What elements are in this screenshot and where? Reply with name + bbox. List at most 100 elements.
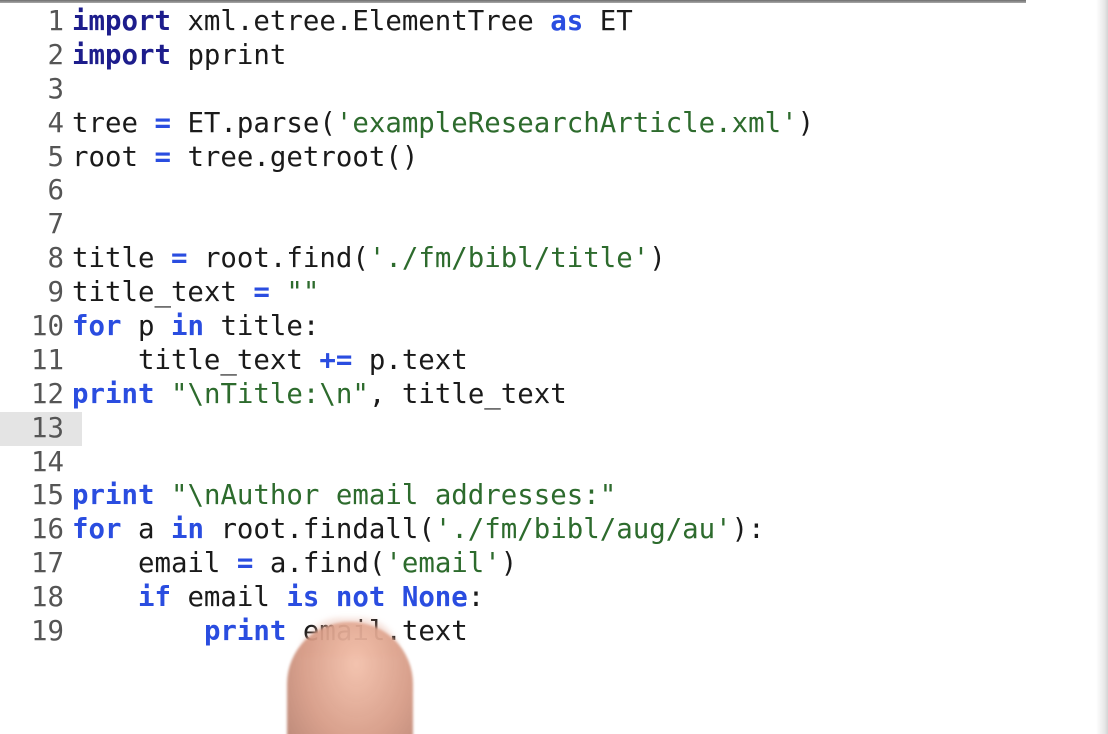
code-token: = (154, 107, 171, 139)
line-number: 10 (31, 311, 64, 343)
code-text: email = a.find('email') (72, 547, 517, 581)
code-token: './fm/bibl/title' (368, 243, 650, 275)
code-line[interactable]: 2 import pprint (0, 39, 1090, 73)
code-text: print "\nAuthor email addresses:" (72, 479, 616, 513)
code-token: ET.parse( (170, 107, 336, 139)
code-token: p.text (352, 344, 468, 376)
code-text: for a in root.findall('./fm/bibl/aug/au'… (72, 513, 765, 547)
code-line[interactable]: 7 (0, 208, 1090, 242)
line-number: 2 (47, 39, 65, 71)
line-number: 8 (47, 243, 65, 275)
code-token: a.find( (253, 548, 386, 580)
code-text: import pprint (72, 39, 286, 73)
code-token: title: (203, 311, 320, 343)
code-line[interactable]: 13 (0, 411, 1090, 446)
line-number: 13 (0, 411, 82, 446)
code-token: = (170, 243, 188, 275)
code-token: email (170, 582, 287, 614)
code-editor[interactable]: 1 import xml.etree.ElementTree as ET 2 impo… (0, 5, 1090, 649)
code-token: 'email' (385, 548, 501, 580)
line-number: 15 (31, 480, 64, 512)
code-line[interactable]: 6 (0, 174, 1090, 208)
code-token: tree (72, 107, 155, 139)
code-token: ): (731, 514, 765, 546)
code-text: print "\nTitle:\n", title_text (72, 378, 567, 412)
code-line[interactable]: 12 print "\nTitle:\n", title_text (0, 378, 1090, 412)
code-token: for (72, 514, 122, 546)
code-text: title_text += p.text (72, 344, 468, 378)
code-token: title (72, 243, 171, 275)
window-top-edge (0, 0, 1026, 3)
code-line[interactable]: 19 print email.text (0, 615, 1090, 649)
line-number: 7 (47, 209, 65, 241)
code-token: ) (500, 548, 518, 580)
window-right-edge (1096, 0, 1108, 734)
code-token: = (253, 277, 270, 309)
code-text: title_text = "" (72, 276, 319, 310)
line-number: 4 (47, 107, 65, 139)
code-token: tree.getroot() (170, 141, 419, 173)
code-token: import (72, 39, 171, 71)
code-line[interactable]: 8 title = root.find('./fm/bibl/title') (0, 242, 1090, 276)
line-number: 16 (31, 514, 64, 546)
code-token: root.findall( (203, 514, 435, 546)
line-number: 17 (31, 548, 64, 580)
code-line[interactable]: 14 (0, 446, 1090, 480)
code-token: = (236, 548, 254, 580)
code-token: \n (319, 378, 353, 410)
code-text: import xml.etree.ElementTree as ET (72, 5, 633, 39)
code-line[interactable]: 3 (0, 73, 1090, 107)
line-number: 14 (31, 446, 64, 478)
code-line[interactable]: 18 if email is not None: (0, 581, 1090, 615)
code-token: = (154, 141, 171, 173)
code-line[interactable]: 17 email = a.find('email') (0, 547, 1090, 581)
code-text: print email.text (72, 615, 468, 649)
line-number: 3 (47, 73, 65, 105)
code-token: import (72, 6, 171, 37)
code-line[interactable]: 1 import xml.etree.ElementTree as ET (0, 5, 1090, 39)
line-number: 6 (47, 175, 65, 207)
code-token: print (72, 378, 155, 410)
code-line[interactable]: 11 title_text += p.text (0, 344, 1090, 378)
code-token: Author email addresses:" (220, 480, 617, 512)
code-text: title = root.find('./fm/bibl/title') (72, 242, 666, 276)
code-token: print (203, 616, 287, 648)
code-token: is not None (286, 582, 468, 614)
code-line[interactable]: 10 for p in title: (0, 310, 1090, 344)
code-token: Title: (220, 378, 320, 410)
code-token: += (319, 344, 353, 376)
code-token: 'exampleResearchArticle.xml' (335, 107, 798, 139)
code-token: pprint (170, 39, 287, 71)
code-token: email (72, 548, 237, 580)
code-line[interactable]: 5 root = tree.getroot() (0, 141, 1090, 175)
code-editor-window: 1 import xml.etree.ElementTree as ET 2 impo… (0, 0, 1108, 734)
code-token: title_text (72, 277, 254, 309)
code-text: root = tree.getroot() (72, 141, 418, 175)
code-token: './fm/bibl/aug/au' (434, 514, 732, 546)
code-token: ) (649, 243, 666, 275)
code-token: for (72, 311, 122, 343)
code-token: in (170, 514, 204, 546)
code-line[interactable]: 16 for a in root.findall('./fm/bibl/aug/a… (0, 513, 1090, 547)
line-number: 5 (47, 141, 65, 173)
code-token: root (72, 141, 155, 173)
code-token: p (121, 311, 171, 343)
code-token: "" (286, 277, 320, 309)
code-token: ) (797, 107, 815, 139)
line-number: 11 (31, 344, 64, 376)
code-token: a (121, 514, 171, 546)
code-token: , title_text (368, 378, 567, 410)
code-line[interactable]: 9 title_text = "" (0, 276, 1090, 310)
code-token: if (137, 582, 171, 614)
code-text: tree = ET.parse('exampleResearchArticle.… (72, 107, 814, 141)
code-line[interactable]: 4 tree = ET.parse('exampleResearchArticle… (0, 107, 1090, 141)
code-token: print (72, 480, 155, 512)
code-token: xml.etree.ElementTree (170, 6, 551, 37)
code-line[interactable]: 15 print "\nAuthor email addresses:" (0, 479, 1090, 513)
code-text: if email is not None: (72, 581, 484, 615)
code-token: root.find( (187, 243, 369, 275)
